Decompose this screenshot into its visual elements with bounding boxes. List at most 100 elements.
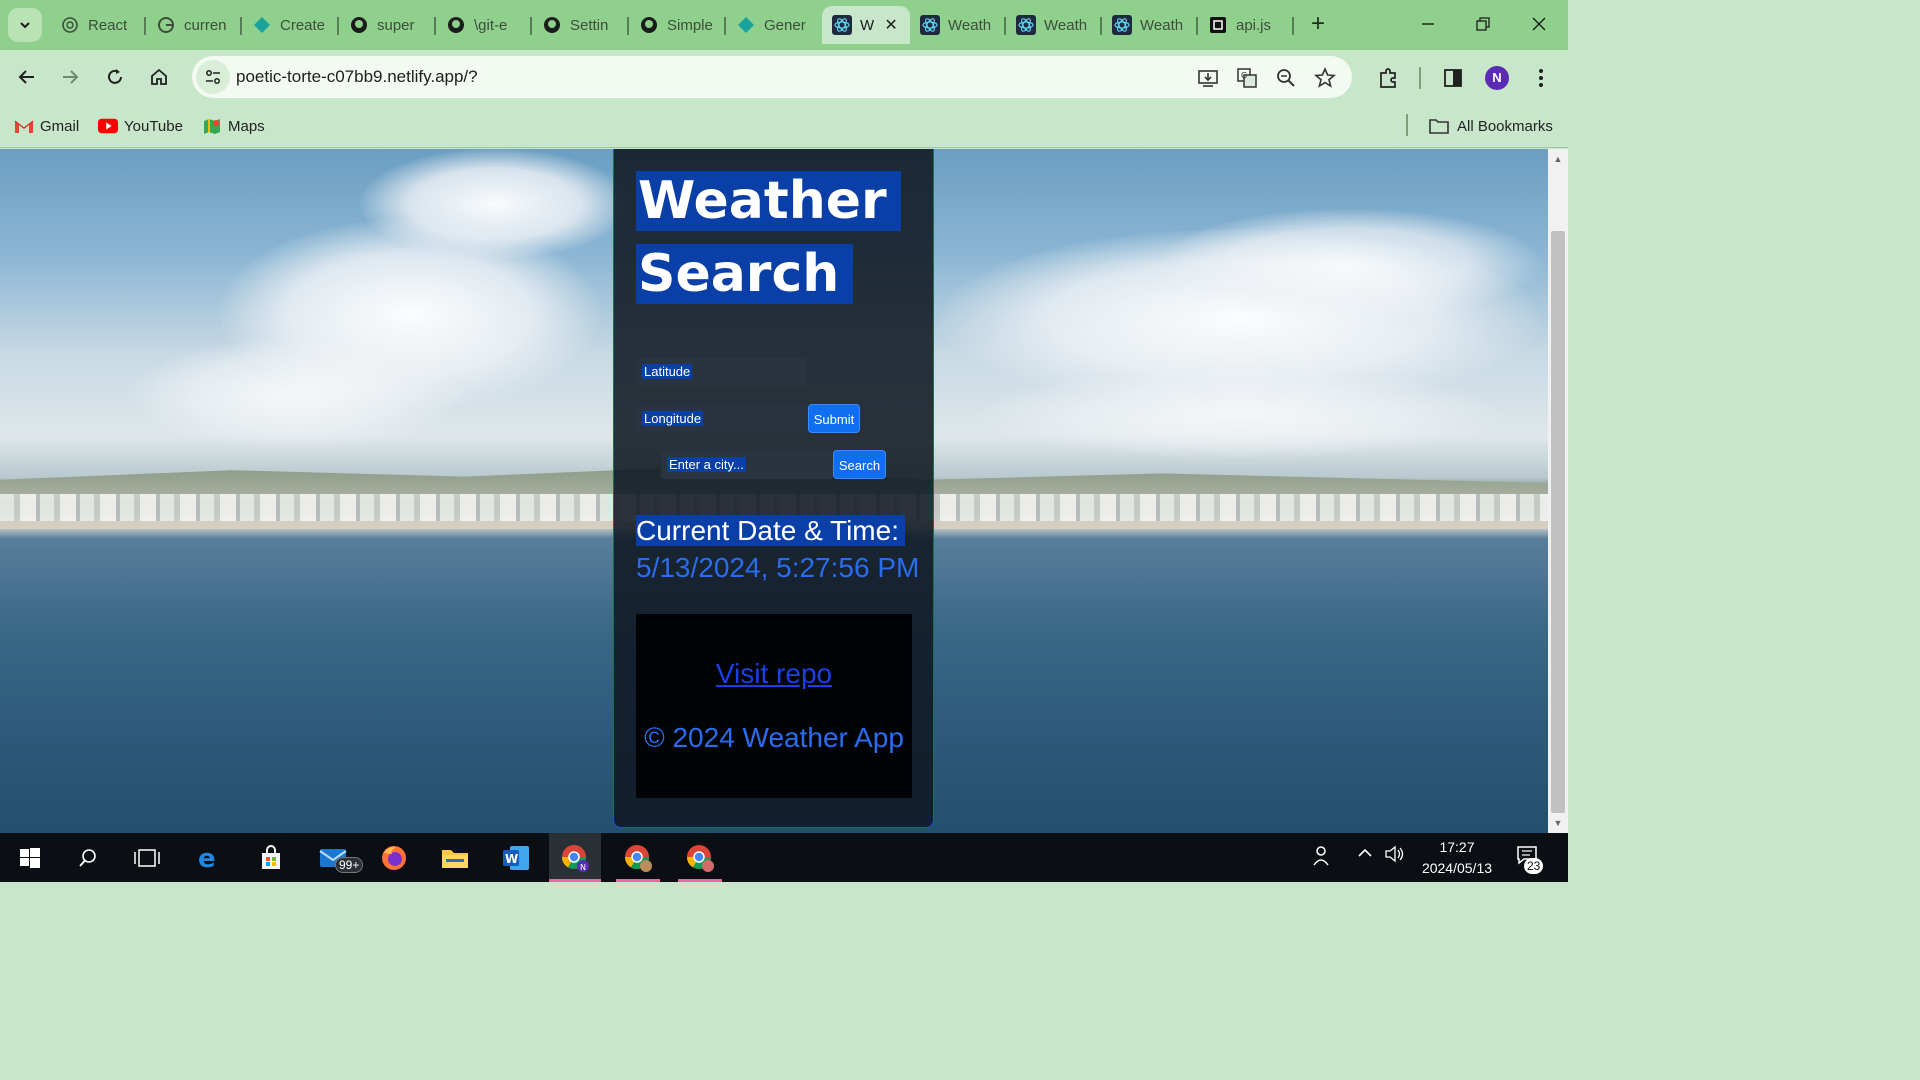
netlify-icon [736, 15, 756, 35]
minimize-button[interactable] [1408, 10, 1448, 40]
new-tab-button[interactable]: + [1305, 11, 1331, 39]
word-icon: W [503, 845, 529, 870]
bookmark-gmail[interactable]: Gmail [14, 114, 79, 138]
tab-weather-active[interactable]: W ✕ [822, 6, 910, 44]
chevron-up-icon[interactable] [1352, 845, 1378, 869]
openai-icon [60, 15, 80, 35]
bookmarks-divider [1406, 114, 1408, 136]
reload-button[interactable] [98, 60, 132, 94]
extensions-icon[interactable] [1374, 64, 1402, 92]
toolbar-divider [1419, 67, 1421, 89]
menu-kebab-icon[interactable] [1527, 64, 1555, 92]
bookmark-maps[interactable]: Maps [202, 114, 265, 138]
close-tab-icon[interactable]: ✕ [882, 15, 900, 35]
install-app-icon[interactable] [1196, 66, 1220, 90]
chrome-profile-2-app[interactable] [612, 833, 664, 882]
scroll-down-icon[interactable]: ▼ [1548, 815, 1568, 831]
tab-current[interactable]: curren [146, 6, 242, 44]
copyright-text: © 2024 Weather App [644, 722, 904, 753]
zoom-icon[interactable] [1274, 66, 1298, 90]
site-info-button[interactable] [196, 60, 230, 94]
tab-weather-3[interactable]: Weath [1006, 6, 1102, 44]
side-panel-icon[interactable] [1439, 64, 1467, 92]
search-taskbar-button[interactable] [62, 833, 114, 882]
word-app[interactable]: W [490, 833, 542, 882]
maps-icon [202, 118, 222, 134]
tab-weather-2[interactable]: Weath [910, 6, 1006, 44]
tab-react[interactable]: React [50, 6, 146, 44]
store-app[interactable] [245, 833, 297, 882]
close-icon [1532, 17, 1546, 31]
chrome-profile-n-app[interactable]: N [549, 833, 601, 882]
browser-toolbar: poetic-torte-c07bb9.netlify.app/? G [0, 50, 1568, 104]
notification-count-badge: 23 [1524, 858, 1544, 874]
windows-taskbar: e 99+ W N 17:27 2024/05/13 [0, 833, 1568, 882]
bookmark-star-icon[interactable] [1313, 66, 1337, 90]
url-text[interactable]: poetic-torte-c07bb9.netlify.app/? [236, 67, 478, 87]
system-clock[interactable]: 17:27 2024/05/13 [1412, 837, 1502, 879]
close-window-button[interactable] [1519, 10, 1559, 40]
city-search-input[interactable]: Enter a city... [661, 451, 833, 479]
tab-git[interactable]: \git-e [436, 6, 532, 44]
volume-icon[interactable] [1382, 845, 1408, 869]
longitude-input[interactable]: Longitude [636, 405, 807, 433]
visit-repo-link[interactable]: Visit repo [636, 658, 912, 690]
forward-button[interactable] [53, 60, 87, 94]
scroll-up-icon[interactable]: ▲ [1548, 151, 1568, 167]
tab-search-button[interactable] [8, 8, 42, 42]
svg-text:e: e [198, 845, 216, 871]
file-explorer-app[interactable] [429, 833, 481, 882]
address-bar[interactable]: poetic-torte-c07bb9.netlify.app/? G [192, 56, 1352, 98]
github-icon [542, 15, 562, 35]
all-bookmarks-button[interactable]: All Bookmarks [1427, 114, 1553, 138]
datetime-label: Current Date & Time: [636, 515, 905, 547]
tab-separator [1292, 17, 1294, 35]
svg-text:N: N [580, 863, 586, 872]
react-icon [832, 15, 852, 35]
arrow-left-icon [18, 70, 34, 84]
scroll-thumb[interactable] [1551, 231, 1565, 813]
tune-icon [206, 70, 220, 84]
bookmark-youtube[interactable]: YouTube [98, 114, 183, 138]
mail-badge: 99+ [335, 857, 364, 873]
tab-simple[interactable]: Simple [629, 6, 726, 44]
restore-icon [1476, 17, 1490, 31]
tabs: React curren Create super \git-e Settin [50, 6, 1294, 44]
start-button[interactable] [4, 833, 56, 882]
tab-super[interactable]: super [339, 6, 436, 44]
tab-create[interactable]: Create [242, 6, 339, 44]
task-view-button[interactable] [121, 833, 173, 882]
tab-settings[interactable]: Settin [532, 6, 629, 44]
react-icon [1016, 15, 1036, 35]
restore-button[interactable] [1463, 10, 1503, 40]
back-button[interactable] [10, 60, 44, 94]
github-icon [446, 15, 466, 35]
tab-strip: React curren Create super \git-e Settin [0, 0, 1568, 50]
github-icon [639, 15, 659, 35]
tab-weather-4[interactable]: Weath [1102, 6, 1198, 44]
youtube-icon [98, 118, 118, 134]
datetime-value: 5/13/2024, 5:27:56 PM [636, 552, 920, 583]
chevron-down-icon [20, 22, 30, 29]
netlify-icon [252, 15, 272, 35]
profile-avatar[interactable]: N [1485, 66, 1509, 90]
chrome-icon [687, 844, 714, 872]
chrome-icon [625, 844, 652, 872]
home-button[interactable] [142, 60, 176, 94]
github-icon [349, 15, 369, 35]
page-scrollbar[interactable]: ▲ ▼ [1548, 149, 1568, 833]
folder-icon [1427, 118, 1451, 134]
mail-app[interactable]: 99+ [307, 833, 364, 882]
submit-button[interactable]: Submit [808, 404, 860, 433]
edge-app[interactable]: e [184, 833, 236, 882]
people-icon[interactable] [1308, 845, 1334, 869]
tab-generate[interactable]: Gener [726, 6, 822, 44]
translate-icon[interactable]: G [1235, 66, 1259, 90]
tab-api-js[interactable]: api.js [1198, 6, 1294, 44]
edge-icon: e [198, 845, 216, 871]
svg-text:W: W [505, 852, 518, 866]
chrome-profile-3-app[interactable] [674, 833, 726, 882]
firefox-app[interactable] [368, 833, 420, 882]
search-button[interactable]: Search [833, 450, 886, 479]
latitude-input[interactable]: Latitude [636, 358, 807, 386]
